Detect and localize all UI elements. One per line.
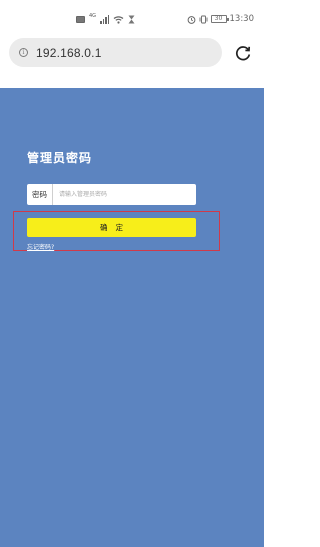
page-title: 管理员密码 xyxy=(27,151,93,165)
wifi-icon xyxy=(113,15,124,24)
browser-address-row: i 192.168.0.1 xyxy=(0,38,264,88)
vibrate-icon xyxy=(199,15,207,23)
signal-icon xyxy=(100,14,110,24)
reload-icon[interactable] xyxy=(234,44,252,62)
hd-icon xyxy=(76,15,85,23)
status-icons-left: 4G xyxy=(76,13,135,25)
alarm-icon xyxy=(187,15,195,24)
login-page: 管理员密码 密码 确定 忘记密码? xyxy=(0,88,264,547)
status-bar: 4G 30 13:30 xyxy=(0,0,264,38)
confirm-button[interactable]: 确定 xyxy=(27,218,196,237)
password-input[interactable] xyxy=(53,185,196,204)
status-time: 13:30 xyxy=(229,14,255,24)
password-label: 密码 xyxy=(27,184,53,205)
network-type-label: 4G xyxy=(89,13,97,19)
url-bar[interactable]: i 192.168.0.1 xyxy=(9,38,222,67)
url-text[interactable]: 192.168.0.1 xyxy=(36,46,102,60)
info-icon[interactable]: i xyxy=(19,48,28,57)
battery-icon: 30 xyxy=(210,15,229,23)
status-icons-right: 30 13:30 xyxy=(187,13,255,25)
hourglass-icon xyxy=(128,15,135,23)
forgot-password-link[interactable]: 忘记密码? xyxy=(27,242,54,251)
password-field-row[interactable]: 密码 xyxy=(27,184,196,205)
